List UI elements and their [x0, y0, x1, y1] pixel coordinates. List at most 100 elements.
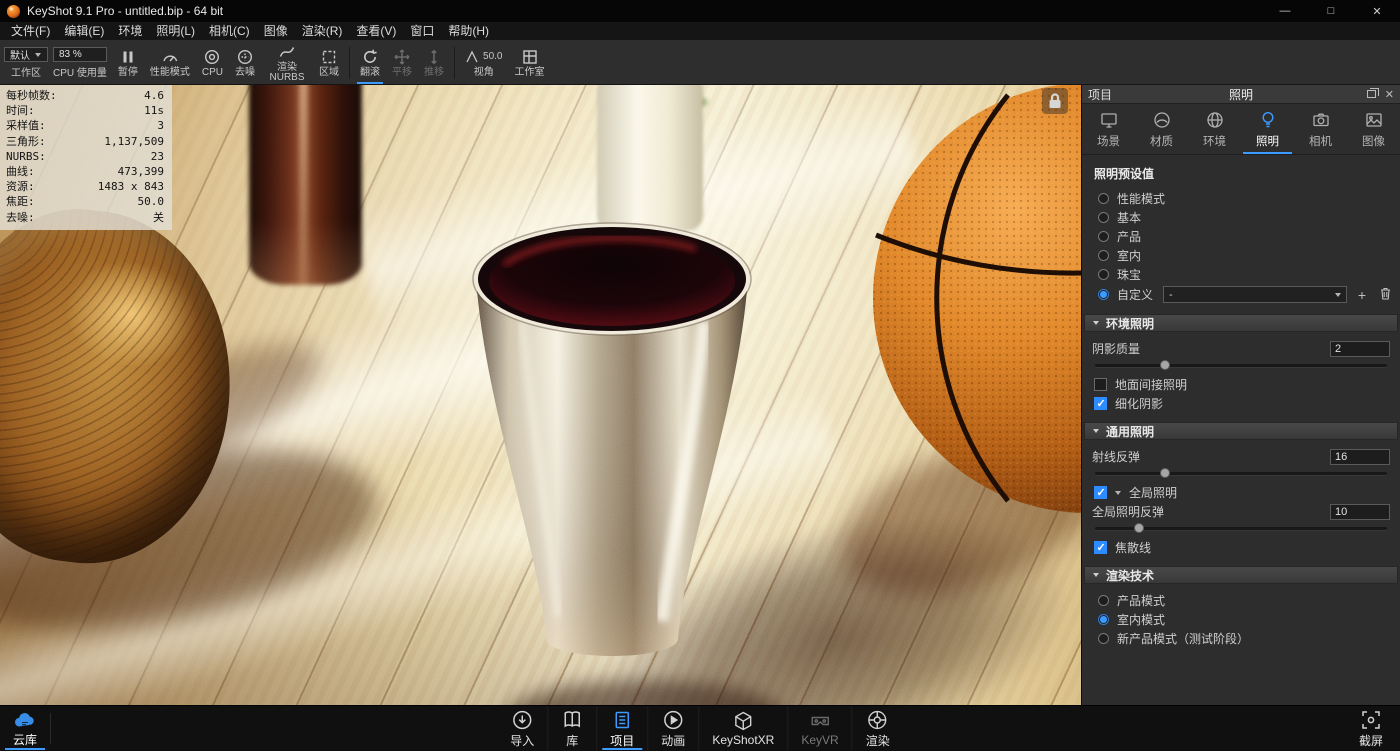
preset-jewelry[interactable]: 珠宝	[1082, 265, 1400, 284]
import-icon	[511, 709, 533, 731]
keyshotxr-button[interactable]: KeyShotXR	[698, 706, 787, 751]
basketball	[858, 85, 1081, 533]
preset-product[interactable]: 产品	[1082, 227, 1400, 246]
panel-tabs: 场景 材质 环境 照明 相机	[1082, 104, 1400, 155]
project-button[interactable]: 项目	[596, 706, 647, 751]
menu-window[interactable]: 窗口	[403, 22, 441, 40]
add-preset-icon[interactable]: +	[1355, 288, 1369, 302]
image-icon	[1364, 110, 1384, 130]
menu-image[interactable]: 图像	[257, 22, 295, 40]
animation-icon	[662, 709, 684, 731]
radio-icon	[1098, 633, 1109, 644]
import-button[interactable]: 导入	[497, 706, 547, 751]
shadow-quality-slider[interactable]	[1095, 359, 1387, 371]
tumble-icon	[361, 48, 379, 66]
render-mode-product[interactable]: 产品模式	[1082, 591, 1400, 610]
preset-interior[interactable]: 室内	[1082, 246, 1400, 265]
tab-camera[interactable]: 相机	[1294, 104, 1347, 154]
workspace-selector[interactable]: 默认 工作区	[4, 42, 48, 84]
gi-bounces-input[interactable]: 10	[1330, 504, 1390, 520]
bottombar-separator	[50, 713, 51, 744]
ground-indirect-row[interactable]: 地面间接照明	[1082, 375, 1400, 394]
region-button[interactable]: 区域	[313, 42, 345, 84]
render-button[interactable]: 渲染	[852, 706, 903, 751]
denoise-button[interactable]: 去噪	[229, 42, 261, 84]
close-panel-icon[interactable]: ✕	[1385, 88, 1394, 101]
render-nurbs-button[interactable]: 渲染NURBS	[261, 42, 313, 84]
menu-camera[interactable]: 相机(C)	[202, 22, 257, 40]
screenshot-icon	[1360, 709, 1382, 731]
realtime-viewport[interactable]: 每秒帧数:4.6 时间:11s 采样值:3 三角形:1,137,509 NURB…	[0, 85, 1081, 705]
animation-button[interactable]: 动画	[647, 706, 698, 751]
pan-button[interactable]: 平移	[386, 42, 418, 84]
collapse-icon	[1093, 573, 1099, 577]
menu-view[interactable]: 查看(V)	[349, 22, 403, 40]
cpu-button[interactable]: CPU	[196, 42, 229, 84]
cpu-usage-value: 83 %	[59, 49, 82, 60]
menubar: 文件(F) 编辑(E) 环境 照明(L) 相机(C) 图像 渲染(R) 查看(V…	[0, 22, 1400, 40]
preset-custom[interactable]: 自定义 - +	[1082, 284, 1400, 305]
tab-image[interactable]: 图像	[1347, 104, 1400, 154]
ray-bounces-input[interactable]: 16	[1330, 449, 1390, 465]
render-mode-new-product[interactable]: 新产品模式（测试阶段）	[1082, 629, 1400, 648]
delete-preset-icon[interactable]	[1377, 287, 1394, 302]
section-render-technique[interactable]: 渲染技术	[1084, 566, 1398, 584]
tumble-button[interactable]: 翻滚	[354, 42, 386, 84]
menu-lighting[interactable]: 照明(L)	[149, 22, 202, 40]
pause-button[interactable]: 暂停	[112, 42, 144, 84]
tab-environment[interactable]: 环境	[1188, 104, 1241, 154]
custom-preset-dropdown[interactable]: -	[1163, 286, 1347, 303]
library-icon	[561, 709, 583, 731]
menu-help[interactable]: 帮助(H)	[441, 22, 496, 40]
minimize-button[interactable]: —	[1262, 0, 1308, 22]
lightbulb-icon	[1258, 110, 1278, 130]
preset-performance-mode[interactable]: 性能模式	[1082, 189, 1400, 208]
dolly-button[interactable]: 推移	[418, 42, 450, 84]
menu-render[interactable]: 渲染(R)	[295, 22, 350, 40]
cpu-usage-selector[interactable]: 83 % CPU 使用量	[53, 42, 107, 84]
camera-lock-button[interactable]	[1042, 88, 1068, 114]
undock-panel-icon[interactable]	[1367, 90, 1376, 98]
keyvr-button[interactable]: KeyVR	[787, 706, 851, 751]
fov-control[interactable]: 50.0 视角	[459, 42, 508, 84]
refined-shadows-row[interactable]: 细化阴影	[1082, 394, 1400, 413]
checkbox-checked-icon	[1094, 486, 1107, 499]
region-icon	[320, 48, 338, 66]
studio-button[interactable]: 工作室	[509, 42, 551, 84]
menu-file[interactable]: 文件(F)	[4, 22, 57, 40]
section-environment-lighting[interactable]: 环境照明	[1084, 314, 1398, 332]
global-illumination-row[interactable]: 全局照明	[1082, 483, 1400, 502]
expand-icon[interactable]	[1115, 491, 1121, 495]
tab-lighting[interactable]: 照明	[1241, 104, 1294, 154]
menu-environment[interactable]: 环境	[111, 22, 149, 40]
maximize-button[interactable]: □	[1308, 0, 1354, 22]
tab-material[interactable]: 材质	[1135, 104, 1188, 154]
cloud-library-button[interactable]: 云库	[0, 706, 50, 751]
stat-resolution: 资源:1483 x 843	[6, 179, 164, 194]
radio-icon	[1098, 250, 1109, 261]
cpu-usage-label: CPU 使用量	[53, 64, 107, 79]
ray-bounces-slider[interactable]	[1095, 467, 1387, 479]
tab-scene[interactable]: 场景	[1082, 104, 1135, 154]
cloud-icon	[13, 710, 37, 730]
stat-focal: 焦距:50.0	[6, 194, 164, 209]
shadow-quality-input[interactable]: 2	[1330, 341, 1390, 357]
wine-bottle	[249, 85, 362, 285]
performance-mode-button[interactable]: 性能模式	[144, 42, 196, 84]
render-stats-overlay: 每秒帧数:4.6 时间:11s 采样值:3 三角形:1,137,509 NURB…	[0, 85, 172, 230]
library-button[interactable]: 库	[547, 706, 596, 751]
menu-edit[interactable]: 编辑(E)	[57, 22, 111, 40]
caustics-row[interactable]: 焦散线	[1082, 538, 1400, 557]
preset-basic[interactable]: 基本	[1082, 208, 1400, 227]
window-controls: — □ ✕	[1262, 0, 1400, 22]
bottom-ribbon: 云库 导入 库 项目 动画 KeyShotXR	[0, 705, 1400, 751]
gi-bounces-slider[interactable]	[1095, 522, 1387, 534]
radio-icon	[1098, 193, 1109, 204]
titlebar: KeyShot 9.1 Pro - untitled.bip - 64 bit …	[0, 0, 1400, 22]
screenshot-button[interactable]: 截屏	[1346, 706, 1396, 751]
gauge-icon	[161, 48, 179, 66]
close-button[interactable]: ✕	[1354, 0, 1400, 22]
render-mode-interior[interactable]: 室内模式	[1082, 610, 1400, 629]
radio-icon	[1098, 595, 1109, 606]
section-general-lighting[interactable]: 通用照明	[1084, 422, 1398, 440]
